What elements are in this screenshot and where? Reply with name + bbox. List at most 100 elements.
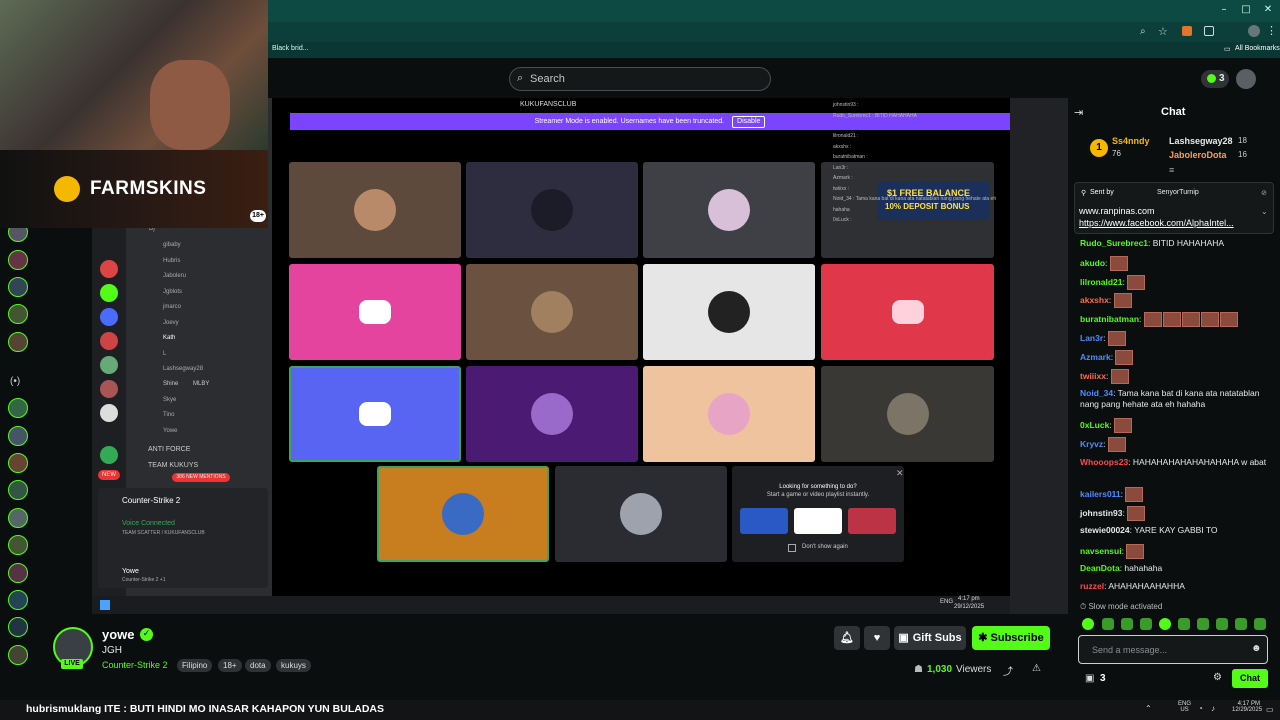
user-avatar[interactable] [1236, 69, 1256, 89]
heart-icon[interactable]: ♥ [864, 626, 890, 650]
chat-username[interactable]: Whooops23 [1080, 457, 1128, 467]
leaderboard-user[interactable]: Ss4nndy [1112, 136, 1150, 146]
followed-channel-avatar[interactable] [8, 590, 28, 610]
subscribe-button[interactable]: ✱ Subscribe [972, 626, 1050, 650]
followed-channel-avatar[interactable] [8, 508, 28, 528]
profile-avatar[interactable] [1248, 25, 1260, 37]
chat-username[interactable]: ruzzel [1080, 581, 1104, 591]
chat-message-input[interactable]: Send a message... ☻ [1078, 635, 1268, 664]
emote-icon[interactable] [1159, 618, 1171, 630]
share-icon[interactable]: ⤴ [1003, 663, 1013, 678]
tray-chevron-icon[interactable]: ⌃ [1145, 704, 1152, 713]
notification-icon[interactable]: ▭ [1266, 705, 1274, 714]
unpin-icon[interactable]: ⊘ [1261, 189, 1267, 197]
close-window-icon[interactable]: ✕ [1258, 4, 1278, 18]
followed-channel-avatar[interactable] [8, 453, 28, 473]
emote-icon[interactable] [1140, 618, 1152, 630]
participant-avatar [531, 291, 573, 333]
zoom-icon[interactable]: ⌕ [1140, 26, 1146, 37]
chat-username[interactable]: johnstin93 [1080, 508, 1123, 518]
report-icon[interactable]: ⚠ [1032, 663, 1041, 674]
gift-subs-button[interactable]: ▣ Gift Subs [894, 626, 966, 650]
gift-icon[interactable]: ▣ [1085, 673, 1094, 684]
followed-channel-avatar[interactable] [8, 535, 28, 555]
followed-channel-avatar[interactable] [8, 398, 28, 418]
stream-tag[interactable]: kukuys [276, 659, 311, 672]
emote-icon[interactable] [1254, 618, 1266, 630]
emoji-icon[interactable]: ☻ [1251, 643, 1262, 654]
emote-icon[interactable] [1216, 618, 1228, 630]
chat-username[interactable]: buratnibatman [1080, 314, 1139, 324]
leaderboard-user[interactable]: Lashsegway28 [1169, 136, 1233, 146]
stream-tag[interactable]: dota [245, 659, 271, 672]
chat-username[interactable]: lilronald21 [1080, 277, 1123, 287]
chevron-down-icon[interactable]: ⌄ [1261, 207, 1268, 216]
collapse-chat-icon[interactable]: ⇥ [1074, 106, 1083, 119]
chat-username[interactable]: DeanDota [1080, 563, 1120, 573]
leaderboard-expand-icon[interactable]: ≡ [1169, 165, 1174, 175]
extension-icon[interactable] [1182, 26, 1192, 36]
followed-channel-avatar[interactable] [8, 645, 28, 665]
chat-username[interactable]: akudo [1080, 258, 1105, 268]
pinned-link[interactable]: https://www.facebook.com/AlphaIntel... [1079, 218, 1253, 228]
chat-message: lilronald21: [1080, 275, 1270, 290]
chat-username[interactable]: navsensui [1080, 546, 1122, 556]
emote-icon[interactable] [1121, 618, 1133, 630]
followed-channel-avatar[interactable] [8, 426, 28, 446]
chat-username[interactable]: 0xLuck [1080, 420, 1109, 430]
minimize-icon[interactable]: – [1214, 4, 1234, 18]
bell-icon[interactable]: 🔔︎ [834, 626, 860, 650]
chat-username[interactable]: akxshx [1080, 295, 1109, 305]
chat-username[interactable]: kailers011 [1080, 489, 1121, 499]
all-bookmarks[interactable]: All Bookmarks [1235, 45, 1280, 52]
game-activity[interactable] [848, 508, 896, 534]
search-placeholder: Search [530, 73, 565, 85]
poker-activity[interactable] [740, 508, 788, 534]
disable-button[interactable]: Disable [732, 116, 766, 128]
new-mentions-badge[interactable]: 386 NEW MENTIONS [172, 473, 230, 482]
streamer-name[interactable]: yowe [102, 627, 135, 642]
youtube-activity[interactable] [794, 508, 842, 534]
followed-channel-avatar[interactable] [8, 304, 28, 324]
emote-icon[interactable] [1102, 618, 1114, 630]
puzzle-icon[interactable] [1204, 26, 1214, 36]
chat-username[interactable]: Kryvz [1080, 439, 1103, 449]
emote-icon[interactable] [1197, 618, 1209, 630]
stream-category[interactable]: Counter-Strike 2 [102, 660, 168, 670]
leaderboard-user[interactable]: JaboleroDota [1169, 150, 1227, 160]
followed-channel-avatar[interactable] [8, 277, 28, 297]
chat-username[interactable]: stewie00024 [1080, 525, 1130, 535]
close-icon[interactable]: ✕ [896, 468, 904, 479]
maximize-icon[interactable]: □ [1236, 4, 1256, 18]
chat-username[interactable]: Noid_34 [1080, 388, 1113, 398]
bookmark-item[interactable]: Black brid... [272, 45, 309, 52]
stream-tag[interactable]: Filipino [177, 659, 213, 672]
emote-icon[interactable] [1178, 618, 1190, 630]
search-input[interactable]: ⌕ Search [509, 67, 771, 91]
voice-tile-speaking [289, 366, 461, 462]
chat-username[interactable]: Azmark [1080, 352, 1111, 362]
live-radio-icon[interactable]: (•) [10, 376, 20, 387]
chat-send-button[interactable]: Chat [1232, 669, 1268, 688]
star-icon[interactable]: ☆ [1158, 25, 1168, 38]
followed-channel-avatar[interactable] [8, 563, 28, 583]
settings-gear-icon[interactable]: ⚙ [1213, 672, 1222, 683]
volume-icon[interactable]: ♪ [1211, 704, 1215, 713]
stream-tag[interactable]: 18+ [218, 659, 242, 672]
followed-channel-avatar[interactable] [8, 617, 28, 637]
more-icon[interactable]: ⋮ [1266, 24, 1277, 37]
emote-icon[interactable] [1082, 618, 1094, 630]
pinned-user[interactable]: SenyorTurnip [1157, 189, 1199, 196]
chat-username[interactable]: twiiixx [1080, 371, 1106, 381]
clock[interactable]: 4:17 PM 12/29/2025 [1232, 701, 1262, 713]
followed-channel-avatar[interactable] [8, 332, 28, 352]
followed-channel-avatar[interactable] [8, 250, 28, 270]
notifications-button[interactable]: 3 [1201, 70, 1229, 88]
chat-username[interactable]: Rudo_Surebrec1 [1080, 238, 1148, 248]
wifi-icon[interactable]: ◔ [1198, 704, 1203, 713]
chat-username[interactable]: Lan3r [1080, 333, 1103, 343]
emote-icon[interactable] [1235, 618, 1247, 630]
dont-show-checkbox[interactable] [788, 544, 796, 552]
language-indicator[interactable]: ENG US [1178, 701, 1191, 713]
followed-channel-avatar[interactable] [8, 480, 28, 500]
